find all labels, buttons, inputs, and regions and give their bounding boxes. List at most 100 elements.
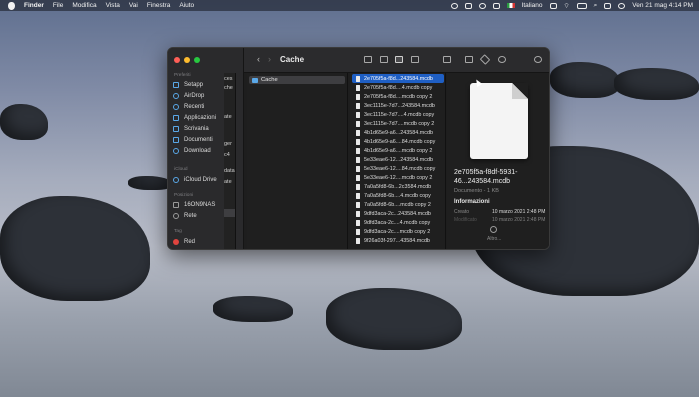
- file-row[interactable]: 5e33eae6-12....mcdb copy 2: [352, 173, 444, 182]
- file-row[interactable]: 7a0a5fd8-6b....mcdb copy 2: [352, 200, 444, 209]
- status-icon[interactable]: [450, 2, 458, 9]
- sidebar-item-label: Red: [184, 238, 196, 245]
- more-button[interactable]: Altro...: [487, 236, 501, 242]
- traffic-lights: [174, 57, 200, 63]
- preview-file-kind: Documento - 1 KB: [454, 188, 499, 194]
- cache-column: Cache: [247, 73, 348, 249]
- document-icon: [356, 237, 360, 244]
- file-row[interactable]: 4b1d65e9-a6....mcdb copy 2: [352, 146, 444, 155]
- battery-icon[interactable]: [576, 2, 587, 9]
- icon-view-button[interactable]: [364, 56, 372, 63]
- list-item[interactable]: ger: [224, 141, 232, 147]
- document-icon: [356, 165, 360, 172]
- list-item[interactable]: data: [224, 168, 235, 174]
- menu-go[interactable]: Vai: [129, 2, 138, 9]
- column-view-button[interactable]: [395, 56, 403, 63]
- sidebar-item-label: Setapp: [184, 81, 204, 88]
- minimize-button[interactable]: [184, 57, 190, 63]
- file-row[interactable]: 3ec1115e-7d7....4.mcdb copy: [352, 110, 444, 119]
- sync-icon[interactable]: [478, 2, 486, 9]
- sidebar-item-label: Download: [184, 147, 211, 154]
- display-icon[interactable]: [464, 2, 472, 9]
- file-row[interactable]: 4b1d65e9-a6...243584.mcdb: [352, 128, 444, 137]
- list-item[interactable]: ate: [224, 114, 232, 120]
- file-row[interactable]: 3ec1115e-7d7....mcdb copy 2: [352, 119, 444, 128]
- file-row[interactable]: 7a0a5fd8-6b....4.mcdb copy: [352, 191, 444, 200]
- clipboard-icon[interactable]: [549, 2, 557, 9]
- wallpaper-rock: [326, 288, 462, 350]
- file-row[interactable]: 9f26a03f-297...43584.mcdb: [352, 236, 444, 245]
- list-item[interactable]: ate: [224, 179, 232, 185]
- wallpaper-rock: [0, 104, 48, 140]
- sidebar-header-favorites: Preferiti: [174, 73, 191, 78]
- file-name: 3ec1115e-7d7...243584.mcdb: [364, 102, 435, 109]
- file-row[interactable]: 5e33eae6-12...243584.mcdb: [352, 155, 444, 164]
- list-item[interactable]: ces: [224, 76, 233, 82]
- file-name: 5e33eae6-12....mcdb copy 2: [364, 174, 433, 181]
- wifi-icon[interactable]: ⌔: [564, 1, 570, 10]
- search-icon[interactable]: ⌕: [594, 2, 598, 10]
- clock-icon: [173, 103, 179, 110]
- cloud-icon: [173, 176, 179, 183]
- folder-row-cache[interactable]: Cache: [249, 76, 345, 84]
- list-item[interactable]: che: [224, 85, 233, 91]
- parent-column: ces che ate ger c4 data ate: [224, 73, 236, 249]
- document-icon: [356, 228, 360, 235]
- document-icon: [356, 102, 360, 109]
- file-name: 5e33eae6-12...243584.mcdb: [364, 156, 433, 163]
- document-icon: [356, 120, 360, 127]
- forward-button[interactable]: ›: [268, 54, 271, 64]
- preview-info-header: Informazioni: [454, 199, 490, 205]
- italian-flag-icon[interactable]: [506, 3, 515, 8]
- group-button[interactable]: [443, 56, 451, 63]
- file-name: 9f26a03f-297...43584.mcdb: [364, 237, 430, 244]
- file-row[interactable]: 2e705f5a-f8d....4.mcdb copy: [352, 83, 444, 92]
- tag-icon[interactable]: [479, 54, 491, 65]
- search-button[interactable]: [534, 56, 542, 63]
- preview-file-name: 2e705f5a-f8df-5931-46...243584.mcdb: [454, 169, 518, 185]
- menu-edit[interactable]: Modifica: [72, 2, 96, 9]
- apple-icon[interactable]: [8, 1, 15, 10]
- sidebar-item-label: Scrivania: [184, 125, 209, 132]
- more-actions-button[interactable]: [498, 56, 506, 63]
- file-row[interactable]: 2e705f5a-f8d....mcdb copy 2: [352, 92, 444, 101]
- red-tag-icon: [173, 238, 179, 245]
- gallery-view-button[interactable]: [411, 56, 419, 63]
- file-row[interactable]: 9dfd3aca-2c...243584.mcdb: [352, 209, 444, 218]
- menu-file[interactable]: File: [53, 2, 63, 9]
- control-center-icon[interactable]: [604, 2, 612, 9]
- zoom-button[interactable]: [194, 57, 200, 63]
- file-row[interactable]: 9dfd3aca-2c....mcdb copy 2: [352, 227, 444, 236]
- file-row[interactable]: 7a0a5fd8-6b...2c3584.mcdb: [352, 182, 444, 191]
- document-icon: [356, 174, 360, 181]
- list-view-button[interactable]: [380, 56, 388, 63]
- menu-extra-icon[interactable]: [492, 2, 500, 9]
- share-icon[interactable]: [465, 56, 473, 63]
- more-icon[interactable]: [490, 226, 497, 233]
- back-button[interactable]: ‹: [257, 54, 260, 64]
- sidebar-item-label: Rete: [184, 212, 197, 219]
- sidebar-header-tags: Tag: [174, 229, 182, 234]
- menu-view[interactable]: Vista: [106, 2, 120, 9]
- file-row[interactable]: 3ec1115e-7d7...243584.mcdb: [352, 101, 444, 110]
- siri-icon[interactable]: [618, 2, 626, 9]
- menu-app-name[interactable]: Finder: [24, 2, 44, 9]
- file-row[interactable]: 9dfd3aca-2c....4.mcdb copy: [352, 218, 444, 227]
- wallpaper-rock: [0, 196, 150, 301]
- wallpaper-rock: [614, 68, 699, 100]
- document-icon: [356, 183, 360, 190]
- file-row[interactable]: 4b1d65e9-a6....84.mcdb copy: [352, 137, 444, 146]
- file-row[interactable]: 2e705f5a-f8d...243584.mcdb: [352, 74, 444, 83]
- setapp-icon: [173, 81, 179, 88]
- menu-clock[interactable]: Ven 21 mag 4:14 PM: [632, 2, 693, 9]
- list-item[interactable]: c4: [224, 152, 230, 158]
- menu-help[interactable]: Aiuto: [179, 2, 194, 9]
- file-row[interactable]: 5e33eae6-12....84.mcdb copy: [352, 164, 444, 173]
- close-button[interactable]: [174, 57, 180, 63]
- input-language[interactable]: Italiano: [522, 2, 543, 9]
- document-icon: [356, 138, 360, 145]
- finder-window: Preferiti Setapp AirDrop Recenti Applica…: [167, 47, 550, 250]
- document-icon: [356, 156, 360, 163]
- selected-row[interactable]: [224, 209, 235, 217]
- menu-window[interactable]: Finestra: [147, 2, 170, 9]
